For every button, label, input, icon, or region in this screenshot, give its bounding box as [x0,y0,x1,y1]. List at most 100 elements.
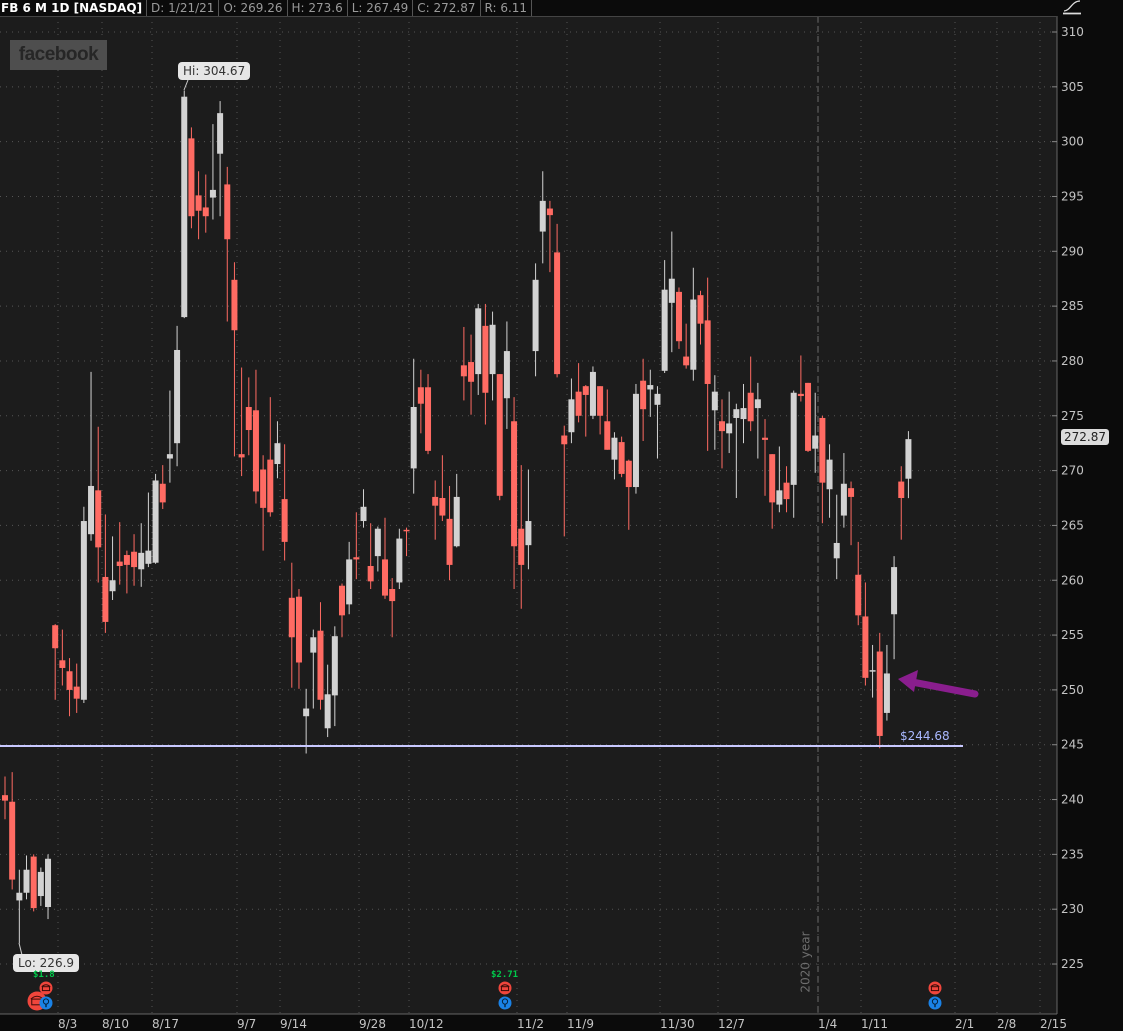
earnings-phone-icon[interactable] [498,981,512,995]
candle[interactable] [754,382,761,459]
candle[interactable] [711,375,718,450]
candle[interactable] [152,473,159,564]
candle[interactable] [181,90,188,319]
candle[interactable] [166,390,173,483]
candle[interactable] [675,287,682,349]
candle[interactable] [425,374,432,455]
candle[interactable] [546,200,553,273]
price-axis[interactable] [1057,0,1123,1031]
candle[interactable] [776,446,783,513]
candle[interactable] [518,465,525,609]
candle[interactable] [73,663,80,713]
candle[interactable] [245,377,252,456]
candle[interactable] [790,390,797,518]
candle[interactable] [453,473,460,548]
candlestick-chart[interactable]: 310 305 300 295 290 285 280 275 270 265 260 255 250 2… [0,0,1123,1031]
candle[interactable] [281,444,288,561]
candle[interactable] [855,541,862,626]
candle[interactable] [396,528,403,590]
earnings-phone-icon[interactable] [39,981,53,995]
candle[interactable] [45,854,52,920]
candle[interactable] [338,583,345,638]
earnings-phone-icon[interactable] [928,981,942,995]
candle[interactable] [310,629,317,709]
candle[interactable] [195,171,202,240]
candle[interactable] [145,492,152,568]
candle[interactable] [360,489,367,528]
candle[interactable] [59,629,66,686]
candle[interactable] [317,602,324,710]
candle[interactable] [88,371,95,541]
candle[interactable] [640,358,647,441]
candle[interactable] [331,626,338,727]
candle[interactable] [410,358,417,494]
candle[interactable] [883,644,890,721]
candle[interactable] [389,578,396,638]
candle[interactable] [625,459,632,530]
candle[interactable] [95,426,102,583]
candle[interactable] [374,526,381,572]
candle[interactable] [661,260,668,374]
candle[interactable] [468,334,475,415]
candle[interactable] [525,469,532,570]
candle[interactable] [16,869,23,944]
candle[interactable] [582,385,589,437]
candle[interactable] [102,514,109,633]
candle[interactable] [654,386,661,459]
candle[interactable] [432,480,439,540]
candle[interactable] [353,512,360,580]
candle[interactable] [202,174,209,233]
candle[interactable] [346,541,353,615]
news-bulb-icon[interactable] [39,996,53,1010]
candle[interactable] [611,432,618,480]
candle[interactable] [66,658,73,717]
candle[interactable] [575,363,582,423]
candle[interactable] [159,465,166,509]
candle[interactable] [417,369,424,434]
candle[interactable] [812,392,819,473]
candle[interactable] [683,323,690,369]
candle[interactable] [52,624,59,700]
candle[interactable] [324,664,331,738]
candle[interactable] [833,494,840,580]
candle[interactable] [224,166,231,322]
candle[interactable] [826,444,833,518]
candle[interactable] [539,171,546,264]
candle[interactable] [260,455,267,551]
candle[interactable] [30,854,37,912]
candle[interactable] [819,415,826,524]
candle[interactable] [511,397,518,590]
candle[interactable] [647,369,654,417]
candle[interactable] [668,231,675,353]
candle[interactable] [9,772,16,890]
candle[interactable] [532,263,539,377]
candle[interactable] [876,632,883,749]
candle[interactable] [174,325,181,467]
news-bulb-icon[interactable] [498,996,512,1010]
candle[interactable] [23,855,30,900]
candle[interactable] [217,101,224,217]
candle[interactable] [769,454,776,529]
candle[interactable] [762,419,769,496]
candle[interactable] [295,589,302,689]
candle[interactable] [898,466,905,540]
candle[interactable] [482,303,489,425]
candle[interactable] [138,523,145,587]
candle[interactable] [554,223,561,378]
candle[interactable] [496,374,503,501]
candle[interactable] [740,383,747,444]
candle[interactable] [116,522,123,585]
candle[interactable] [37,867,44,906]
candle[interactable] [840,453,847,528]
candle[interactable] [783,466,790,513]
candle[interactable] [719,399,725,469]
candle[interactable] [231,262,238,457]
candle[interactable] [632,383,639,494]
candle[interactable] [188,127,195,229]
candle[interactable] [848,481,855,546]
candle[interactable] [80,506,87,704]
candle[interactable] [267,397,274,517]
candle[interactable] [403,527,410,557]
candle[interactable] [252,369,259,504]
news-bulb-icon[interactable] [928,996,942,1010]
